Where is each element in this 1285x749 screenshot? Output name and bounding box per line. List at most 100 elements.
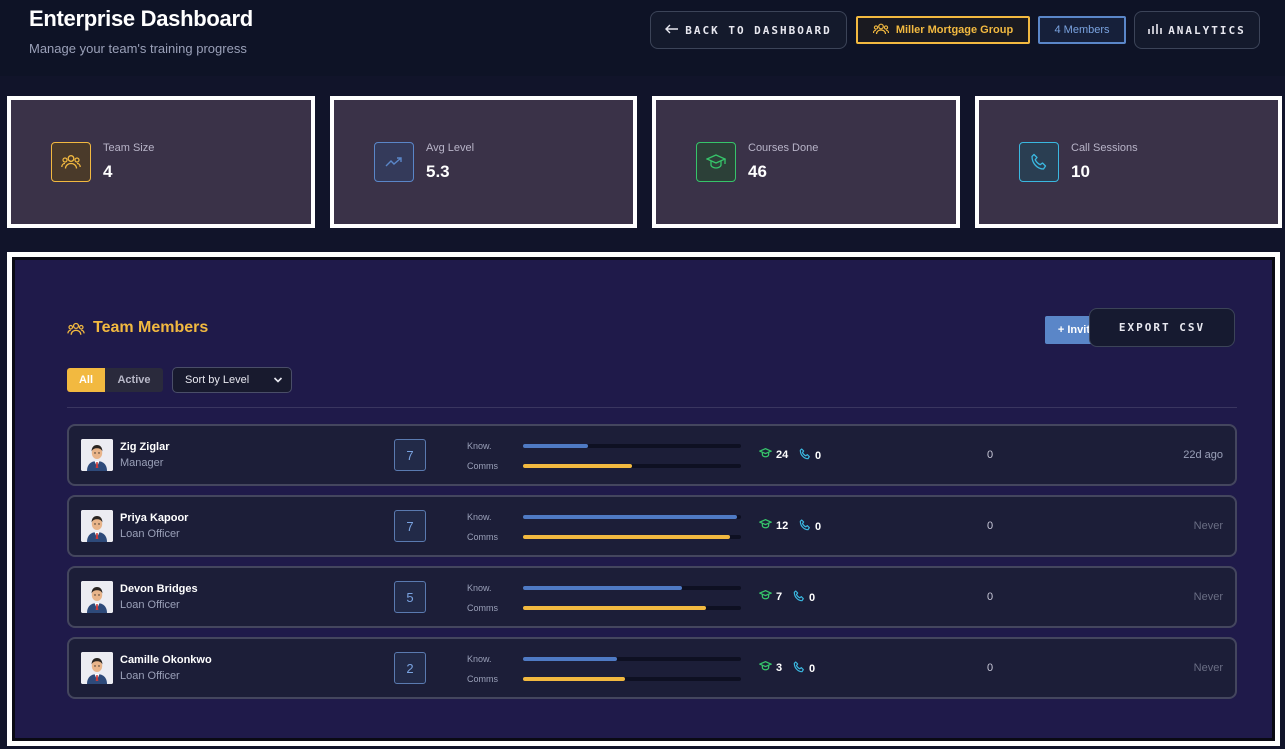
member-role: Loan Officer [120, 670, 180, 682]
graduation-cap-icon [758, 518, 773, 532]
team-members-panel: Team Members + Invite EXPORT CSV All Act… [7, 252, 1280, 746]
arrow-left-icon [665, 24, 679, 37]
stat-label: Courses Done [748, 142, 819, 154]
calls-count: 0 [815, 520, 822, 533]
courses-stat: 7 [758, 589, 783, 603]
comms-label: Comms [467, 674, 498, 684]
stat-card-courses-done: Courses Done 46 [652, 96, 960, 228]
knowledge-label: Know. [467, 654, 492, 664]
avatar [81, 652, 113, 684]
graduation-cap-icon [758, 589, 773, 603]
member-role: Loan Officer [120, 528, 180, 540]
knowledge-bar [523, 586, 741, 590]
phone-icon [799, 519, 811, 534]
stat-card-team-size: Team Size 4 [7, 96, 315, 228]
header: Enterprise Dashboard Manage your team's … [0, 0, 1285, 76]
last-active: Never [1193, 591, 1223, 603]
member-role: Manager [120, 457, 164, 469]
stat-value: 4 [103, 162, 113, 181]
users-icon [872, 23, 889, 38]
phone-icon [793, 590, 805, 605]
team-members-title: Team Members [93, 319, 209, 336]
member-row[interactable]: Zig Ziglar Manager 7 Know. Comms 24 0 0 22d ago [67, 424, 1237, 486]
users-icon [67, 322, 85, 341]
comms-label: Comms [467, 603, 498, 613]
comms-bar [523, 606, 741, 610]
level-badge: 5 [394, 581, 426, 613]
page-title: Enterprise Dashboard [29, 6, 253, 31]
knowledge-bar [523, 444, 741, 448]
graduation-cap-icon [696, 142, 736, 182]
knowledge-bar-fill [523, 586, 683, 590]
export-csv-button[interactable]: EXPORT CSV [1089, 308, 1235, 347]
calls-stat: 0 [793, 590, 815, 605]
sort-select[interactable]: Sort by Level [172, 367, 292, 393]
stat-value: 46 [748, 162, 767, 181]
level-badge: 2 [394, 652, 426, 684]
stat-value: 5.3 [426, 162, 450, 181]
graduation-cap-icon [758, 660, 773, 674]
member-score: 0 [987, 662, 994, 674]
calls-count: 0 [809, 662, 816, 675]
comms-label: Comms [467, 461, 498, 471]
knowledge-bar-fill [523, 515, 737, 519]
avatar [81, 439, 113, 471]
avatar [81, 510, 113, 542]
comms-bar-fill [523, 606, 707, 610]
organization-name: Miller Mortgage Group [895, 24, 1014, 36]
member-name: Zig Ziglar [120, 441, 170, 453]
back-to-dashboard-label: BACK TO DASHBOARD [685, 23, 832, 37]
divider [67, 407, 1237, 408]
page-subtitle: Manage your team's training progress [29, 41, 247, 56]
member-row[interactable]: Priya Kapoor Loan Officer 7 Know. Comms 12 0 0 N… [67, 495, 1237, 557]
comms-bar-fill [523, 535, 731, 539]
avatar [81, 581, 113, 613]
stat-label: Team Size [103, 142, 155, 154]
calls-stat: 0 [799, 448, 821, 463]
analytics-button[interactable]: ANALYTICS [1134, 11, 1260, 49]
comms-bar [523, 535, 741, 539]
knowledge-bar [523, 657, 741, 661]
courses-count: 7 [776, 590, 783, 603]
member-row[interactable]: Camille Okonkwo Loan Officer 2 Know. Comms 3 0… [67, 637, 1237, 699]
phone-icon [793, 661, 805, 676]
chevron-down-icon [273, 373, 283, 390]
member-name: Devon Bridges [120, 583, 198, 595]
knowledge-bar [523, 515, 741, 519]
knowledge-bar-fill [523, 657, 617, 661]
comms-label: Comms [467, 532, 498, 542]
team-panel-inner: Team Members + Invite EXPORT CSV All Act… [12, 257, 1275, 741]
members-count-badge: 4 Members [1038, 16, 1126, 44]
organization-badge: Miller Mortgage Group [856, 16, 1030, 44]
stat-value: 10 [1071, 162, 1090, 181]
member-name: Priya Kapoor [120, 512, 189, 524]
last-active: Never [1193, 662, 1223, 674]
level-badge: 7 [394, 439, 426, 471]
courses-count: 12 [776, 519, 789, 532]
member-name: Camille Okonkwo [120, 654, 212, 666]
knowledge-bar-fill [523, 444, 589, 448]
knowledge-label: Know. [467, 512, 492, 522]
trending-up-icon [374, 142, 414, 182]
courses-stat: 12 [758, 518, 789, 532]
last-active: Never [1193, 520, 1223, 532]
courses-count: 24 [776, 448, 789, 461]
stat-card-avg-level: Avg Level 5.3 [330, 96, 637, 228]
comms-bar-fill [523, 464, 632, 468]
courses-stat: 3 [758, 660, 782, 674]
courses-stat: 24 [758, 447, 789, 461]
back-to-dashboard-button[interactable]: BACK TO DASHBOARD [650, 11, 847, 49]
last-active: 22d ago [1183, 449, 1223, 461]
calls-stat: 0 [793, 661, 815, 676]
stat-label: Call Sessions [1071, 142, 1138, 154]
member-row[interactable]: Devon Bridges Loan Officer 5 Know. Comms 7 0 0 N… [67, 566, 1237, 628]
phone-icon [799, 448, 811, 463]
graduation-cap-icon [758, 447, 773, 461]
filter-active-button[interactable]: Active [105, 368, 163, 392]
stat-card-call-sessions: Call Sessions 10 [975, 96, 1282, 228]
member-score: 0 [987, 520, 994, 532]
comms-bar [523, 677, 741, 681]
knowledge-label: Know. [467, 441, 492, 451]
filter-all-button[interactable]: All [67, 368, 105, 392]
calls-count: 0 [809, 591, 816, 604]
